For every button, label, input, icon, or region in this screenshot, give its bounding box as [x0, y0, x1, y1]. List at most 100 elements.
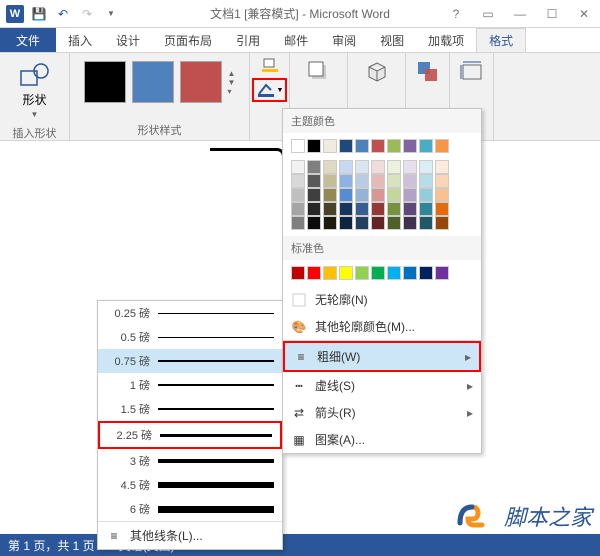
color-swatch[interactable] [339, 139, 353, 153]
drawn-shape[interactable] [210, 148, 285, 168]
tab-references[interactable]: 引用 [224, 28, 272, 52]
color-swatch[interactable] [419, 266, 433, 280]
color-swatch[interactable] [371, 216, 385, 230]
color-swatch[interactable] [307, 174, 321, 188]
color-swatch[interactable] [355, 160, 369, 174]
color-swatch[interactable] [419, 139, 433, 153]
tab-insert[interactable]: 插入 [56, 28, 104, 52]
color-swatch[interactable] [291, 216, 305, 230]
gallery-more-icon[interactable]: ▲▼▾ [228, 61, 236, 103]
qat-dropdown-icon[interactable]: ▼ [100, 3, 122, 25]
color-swatch[interactable] [355, 188, 369, 202]
color-swatch[interactable] [307, 266, 321, 280]
color-swatch[interactable] [339, 160, 353, 174]
color-swatch[interactable] [371, 202, 385, 216]
color-swatch[interactable] [323, 202, 337, 216]
style-gallery[interactable]: ▲▼▾ [80, 57, 240, 107]
color-swatch[interactable] [419, 174, 433, 188]
color-swatch[interactable] [307, 216, 321, 230]
threed-button[interactable] [360, 57, 394, 87]
pattern-item[interactable]: ▦ 图案(A)... [283, 426, 481, 453]
weight-option[interactable]: 6 磅 [98, 497, 282, 521]
color-swatch[interactable] [435, 160, 449, 174]
color-swatch[interactable] [435, 174, 449, 188]
color-swatch[interactable] [435, 139, 449, 153]
word-app-icon[interactable]: W [4, 3, 26, 25]
tab-layout[interactable]: 页面布局 [152, 28, 224, 52]
color-swatch[interactable] [435, 266, 449, 280]
color-swatch[interactable] [387, 139, 401, 153]
more-colors-item[interactable]: 🎨 其他轮廓颜色(M)... [283, 313, 481, 340]
color-swatch[interactable] [403, 160, 417, 174]
color-swatch[interactable] [323, 174, 337, 188]
color-swatch[interactable] [387, 266, 401, 280]
arrows-item[interactable]: ⇄ 箭头(R) ▸ [283, 399, 481, 426]
more-lines-item[interactable]: ≡ 其他线条(L)... [98, 522, 282, 549]
color-swatch[interactable] [371, 266, 385, 280]
weight-option[interactable]: 1 磅 [98, 373, 282, 397]
tab-file[interactable]: 文件 [0, 28, 56, 52]
color-swatch[interactable] [403, 174, 417, 188]
dashes-item[interactable]: ┅ 虚线(S) ▸ [283, 372, 481, 399]
weight-option[interactable]: 0.25 磅 [98, 301, 282, 325]
color-swatch[interactable] [291, 266, 305, 280]
color-swatch[interactable] [419, 160, 433, 174]
color-swatch[interactable] [387, 202, 401, 216]
color-swatch[interactable] [323, 266, 337, 280]
color-swatch[interactable] [387, 188, 401, 202]
weight-option[interactable]: 4.5 磅 [98, 473, 282, 497]
shape-fill-button[interactable] [260, 57, 280, 76]
shape-outline-button[interactable]: ▼ [252, 78, 288, 102]
color-swatch[interactable] [323, 216, 337, 230]
undo-icon[interactable]: ↶ [52, 3, 74, 25]
color-swatch[interactable] [419, 216, 433, 230]
style-swatch-red[interactable] [180, 61, 222, 103]
page-status[interactable]: 第 1 页，共 1 页 [8, 537, 95, 554]
color-swatch[interactable] [339, 216, 353, 230]
color-swatch[interactable] [291, 174, 305, 188]
color-swatch[interactable] [403, 188, 417, 202]
tab-format[interactable]: 格式 [476, 28, 526, 52]
weight-option[interactable]: 0.5 磅 [98, 325, 282, 349]
color-swatch[interactable] [307, 188, 321, 202]
color-swatch[interactable] [435, 202, 449, 216]
color-swatch[interactable] [355, 174, 369, 188]
tab-review[interactable]: 审阅 [320, 28, 368, 52]
color-swatch[interactable] [403, 202, 417, 216]
weight-option[interactable]: 3 磅 [98, 449, 282, 473]
color-swatch[interactable] [371, 188, 385, 202]
color-swatch[interactable] [355, 266, 369, 280]
close-icon[interactable]: ✕ [572, 4, 596, 24]
weight-option[interactable]: 2.25 磅 [98, 421, 282, 449]
color-swatch[interactable] [291, 202, 305, 216]
color-swatch[interactable] [403, 266, 417, 280]
color-swatch[interactable] [355, 216, 369, 230]
weight-option[interactable]: 0.75 磅 [98, 349, 282, 373]
color-swatch[interactable] [355, 202, 369, 216]
no-outline-item[interactable]: 无轮廓(N) [283, 286, 481, 313]
help-icon[interactable]: ? [444, 4, 468, 24]
shapes-button[interactable]: 形状 ▼ [15, 57, 55, 123]
color-swatch[interactable] [387, 174, 401, 188]
weight-option[interactable]: 1.5 磅 [98, 397, 282, 421]
save-icon[interactable]: 💾 [28, 3, 50, 25]
color-swatch[interactable] [419, 202, 433, 216]
color-swatch[interactable] [387, 216, 401, 230]
style-swatch-blue[interactable] [132, 61, 174, 103]
color-swatch[interactable] [435, 216, 449, 230]
color-swatch[interactable] [307, 160, 321, 174]
color-swatch[interactable] [419, 188, 433, 202]
tab-design[interactable]: 设计 [104, 28, 152, 52]
color-swatch[interactable] [323, 188, 337, 202]
weight-item[interactable]: ≡ 粗细(W) ▸ [283, 341, 481, 372]
color-swatch[interactable] [371, 160, 385, 174]
color-swatch[interactable] [339, 174, 353, 188]
color-swatch[interactable] [339, 202, 353, 216]
color-swatch[interactable] [307, 139, 321, 153]
color-swatch[interactable] [339, 188, 353, 202]
shadow-button[interactable] [302, 57, 336, 87]
color-swatch[interactable] [291, 188, 305, 202]
tab-addins[interactable]: 加载项 [416, 28, 476, 52]
tab-view[interactable]: 视图 [368, 28, 416, 52]
color-swatch[interactable] [291, 160, 305, 174]
